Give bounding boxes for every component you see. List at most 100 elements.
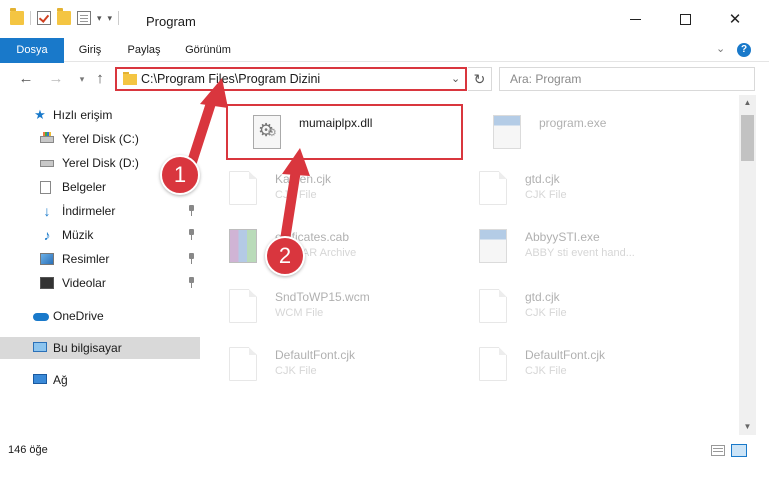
sidebar-item-label: İndirmeler bbox=[62, 204, 116, 218]
file-item[interactable]: AbbyySTI.exe ABBY sti event hand... bbox=[455, 217, 695, 273]
item-count: 146 öğe bbox=[8, 444, 48, 456]
ribbon: Dosya Giriş Paylaş Görünüm ⌄ ? bbox=[0, 38, 769, 94]
file-item[interactable]: SndToWP15.wcm WCM File bbox=[205, 277, 445, 333]
vertical-scrollbar[interactable]: ▲ ▼ bbox=[739, 95, 756, 435]
star-icon: ★ bbox=[34, 107, 46, 122]
file-type: ABBY sti event hand... bbox=[525, 247, 635, 259]
folder-icon[interactable] bbox=[10, 8, 24, 25]
music-icon: ♪ bbox=[43, 227, 51, 243]
blank-file-icon bbox=[479, 347, 507, 381]
address-bar[interactable]: C:\Program Files\Program Dizini ⌄ bbox=[115, 67, 467, 91]
refresh-button[interactable]: ↻ bbox=[468, 67, 492, 91]
file-name: DefaultFont.cjk bbox=[275, 348, 356, 362]
pin-icon bbox=[186, 253, 196, 265]
file-name: gtd.cjk bbox=[525, 172, 560, 186]
sidebar-item-label: Müzik bbox=[62, 228, 94, 242]
address-dropdown-icon[interactable]: ⌄ bbox=[451, 72, 460, 85]
file-item-program-exe[interactable]: program.exe bbox=[469, 103, 709, 159]
file-name: program.exe bbox=[539, 116, 607, 130]
help-icon[interactable]: ? bbox=[737, 43, 751, 57]
drive-icon bbox=[40, 160, 54, 167]
toolbar-divider bbox=[118, 11, 120, 25]
file-type: WCM File bbox=[275, 307, 324, 319]
video-icon bbox=[40, 277, 54, 289]
sidebar-item-videos[interactable]: Videolar bbox=[0, 272, 200, 294]
sidebar-item-this-pc[interactable]: Bu bilgisayar bbox=[0, 337, 200, 359]
exe-icon bbox=[493, 115, 521, 149]
file-item[interactable]: gtd.cjk CJK File bbox=[455, 159, 695, 215]
sidebar-item-label: OneDrive bbox=[53, 309, 104, 323]
quick-access-toolbar: ▾ ▾ bbox=[10, 8, 120, 25]
tab-view[interactable]: Görünüm bbox=[172, 38, 244, 62]
properties-icon[interactable] bbox=[77, 11, 91, 25]
scroll-down-arrow-icon[interactable]: ▼ bbox=[739, 419, 756, 435]
file-item[interactable]: Kamen.cjk CJK File bbox=[205, 159, 445, 215]
blank-file-icon bbox=[479, 289, 507, 323]
status-bar: 146 öğe bbox=[0, 438, 769, 462]
drive-icon bbox=[40, 132, 54, 143]
sidebar-item-network[interactable]: Ağ bbox=[0, 369, 200, 391]
tab-share[interactable]: Paylaş bbox=[116, 38, 172, 62]
sidebar-item-label: Videolar bbox=[62, 276, 106, 290]
close-button[interactable]: ✕ bbox=[712, 0, 758, 38]
details-view-icon[interactable] bbox=[711, 445, 725, 456]
blank-file-icon bbox=[229, 347, 257, 381]
file-item[interactable]: gtd.cjk CJK File bbox=[455, 277, 695, 333]
sidebar-item-onedrive[interactable]: OneDrive bbox=[0, 305, 200, 327]
blank-file-icon bbox=[229, 171, 257, 205]
customize-toolbar-icon[interactable]: ▾ bbox=[108, 13, 113, 24]
file-name: gtd.cjk bbox=[525, 290, 560, 304]
up-button[interactable]: ↑ bbox=[90, 67, 110, 91]
address-path[interactable]: C:\Program Files\Program Dizini bbox=[141, 72, 320, 86]
sidebar-item-local-disk-c[interactable]: Yerel Disk (C:) bbox=[0, 128, 200, 150]
sidebar-item-music[interactable]: ♪ Müzik bbox=[0, 224, 200, 246]
new-folder-icon[interactable] bbox=[57, 8, 71, 25]
file-item[interactable]: DefaultFont.cjk CJK File bbox=[205, 335, 445, 391]
expand-ribbon-icon[interactable]: ⌄ bbox=[716, 42, 725, 55]
sidebar-item-label: Yerel Disk (D:) bbox=[62, 156, 139, 170]
file-name: AbbyySTI.exe bbox=[525, 230, 600, 244]
sidebar-item-label: Bu bilgisayar bbox=[53, 341, 122, 355]
sidebar-item-label: Resimler bbox=[62, 252, 110, 266]
minimize-button[interactable] bbox=[612, 0, 658, 38]
file-item[interactable]: ertificates.cab WinRAR Archive bbox=[205, 217, 445, 273]
step-badge-1: 1 bbox=[160, 155, 200, 195]
file-type: CJK File bbox=[525, 307, 567, 319]
rar-icon bbox=[229, 229, 257, 263]
sidebar-item-pictures[interactable]: Resimler bbox=[0, 248, 200, 270]
forward-button[interactable]: → bbox=[46, 67, 66, 91]
pictures-icon bbox=[40, 253, 54, 265]
chevron-down-icon[interactable]: ▾ bbox=[97, 13, 102, 24]
pin-icon bbox=[186, 229, 196, 241]
pin-icon bbox=[186, 205, 196, 217]
file-item[interactable]: DefaultFont.cjk CJK File bbox=[455, 335, 695, 391]
file-name: Kamen.cjk bbox=[275, 172, 332, 186]
network-icon bbox=[33, 374, 47, 384]
step-badge-2: 2 bbox=[265, 236, 305, 276]
scrollbar-thumb[interactable] bbox=[741, 115, 754, 161]
cloud-icon bbox=[33, 313, 49, 321]
back-button[interactable]: ← bbox=[16, 67, 36, 91]
properties-check-icon[interactable] bbox=[37, 11, 51, 25]
title-bar: ▾ ▾ Program ✕ bbox=[0, 0, 769, 38]
exe-icon bbox=[479, 229, 507, 263]
sidebar-item-downloads[interactable]: ↓ İndirmeler bbox=[0, 200, 200, 222]
download-icon: ↓ bbox=[43, 203, 51, 219]
maximize-button[interactable] bbox=[662, 0, 708, 38]
file-type: CJK File bbox=[275, 365, 317, 377]
search-input[interactable] bbox=[499, 67, 755, 91]
tab-home[interactable]: Giriş bbox=[64, 38, 116, 62]
sidebar-item-quick-access[interactable]: ★ Hızlı erişim bbox=[0, 104, 200, 126]
recent-locations-icon[interactable]: ▾ bbox=[72, 67, 92, 91]
file-type: CJK File bbox=[525, 365, 567, 377]
blank-file-icon bbox=[229, 289, 257, 323]
large-icons-view-icon[interactable] bbox=[731, 444, 747, 457]
folder-icon bbox=[123, 72, 137, 85]
file-name: SndToWP15.wcm bbox=[275, 290, 370, 304]
minimize-icon bbox=[629, 18, 641, 20]
maximize-icon bbox=[679, 13, 691, 25]
close-icon: ✕ bbox=[728, 11, 742, 28]
documents-icon bbox=[40, 181, 51, 194]
window-bottom-edge bbox=[0, 462, 769, 478]
scroll-up-arrow-icon[interactable]: ▲ bbox=[739, 95, 756, 111]
